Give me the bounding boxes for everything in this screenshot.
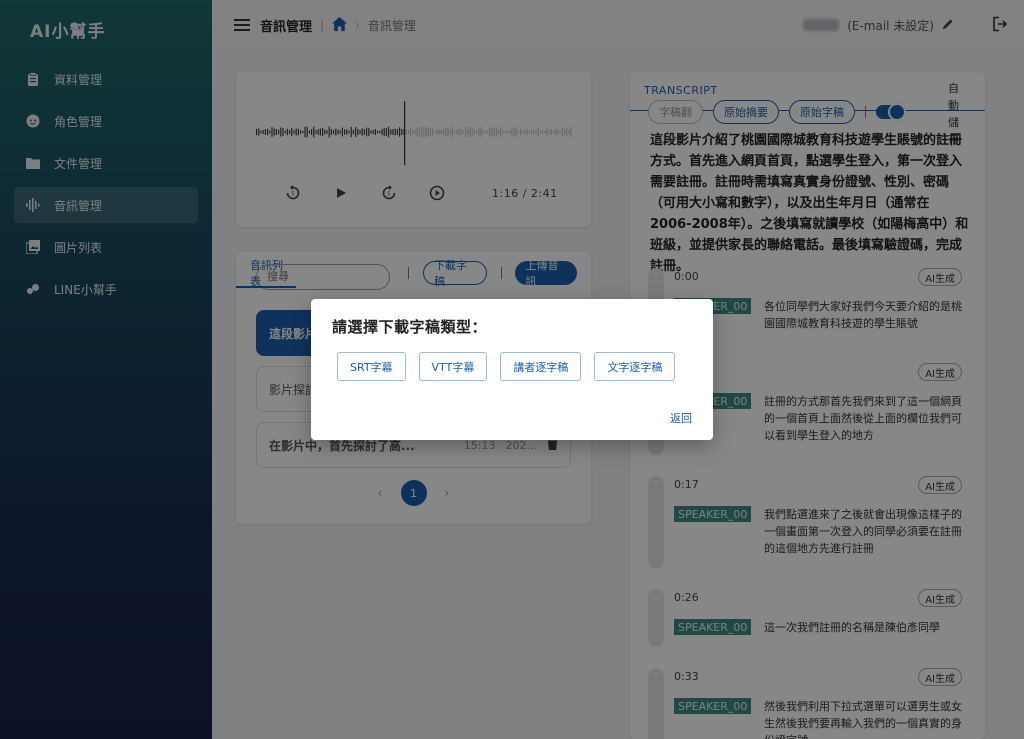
speaker-transcript-button[interactable]: 講者逐字稿 <box>500 352 582 381</box>
dialog-title: 請選擇下載字稿類型： <box>332 318 488 336</box>
vtt-subtitle-button[interactable]: VTT字幕 <box>418 352 488 381</box>
download-type-dialog: 請選擇下載字稿類型： SRT字幕 VTT字幕 講者逐字稿 文字逐字稿 返回 <box>311 299 713 440</box>
back-button[interactable]: 返回 <box>670 410 692 426</box>
text-transcript-button[interactable]: 文字逐字稿 <box>594 352 676 381</box>
dialog-options: SRT字幕 VTT字幕 講者逐字稿 文字逐字稿 <box>337 352 676 381</box>
srt-subtitle-button[interactable]: SRT字幕 <box>337 352 406 381</box>
